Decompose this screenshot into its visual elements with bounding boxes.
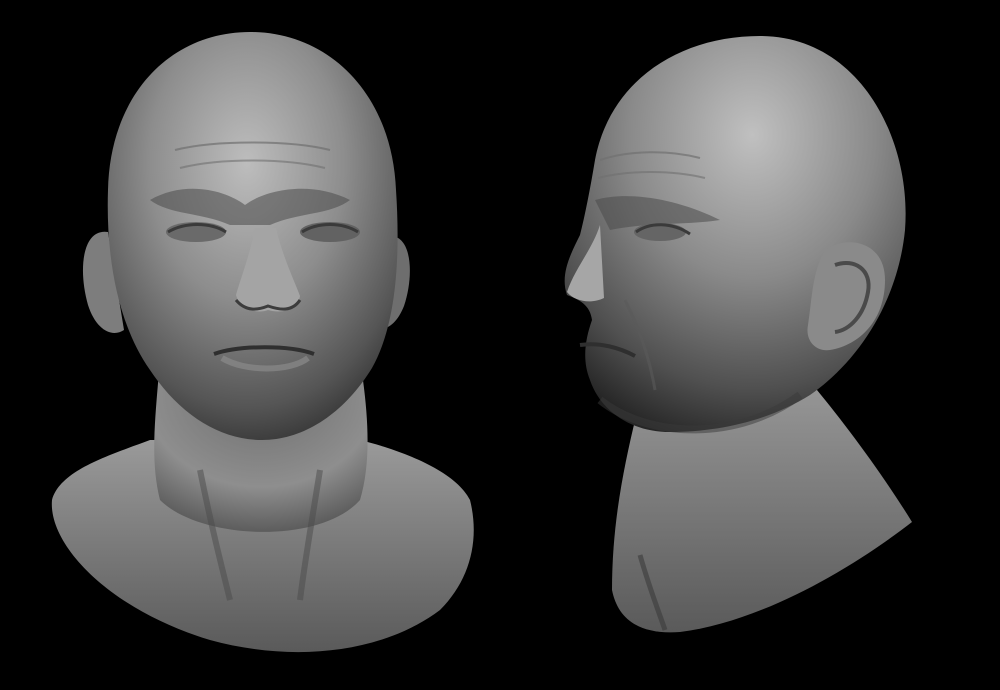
three-quarter-view-head	[564, 36, 912, 633]
front-view-head	[51, 32, 474, 653]
side-head-skull	[564, 36, 906, 432]
sculpt-render	[51, 32, 912, 653]
render-viewport	[0, 0, 1000, 690]
